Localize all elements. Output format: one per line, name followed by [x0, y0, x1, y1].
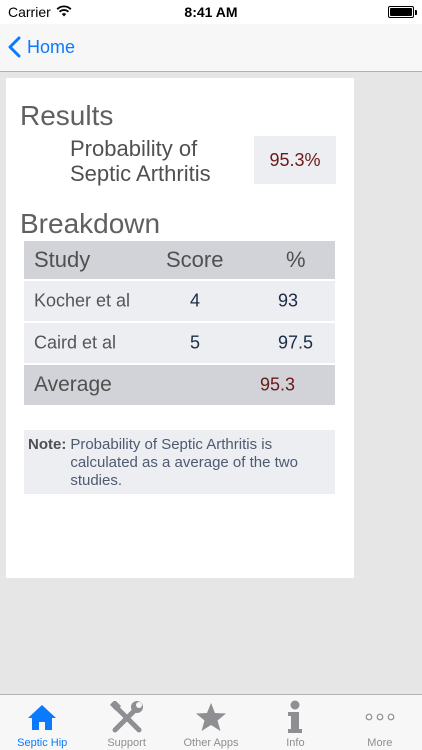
tab-label: More [367, 737, 393, 749]
tab-more[interactable]: More [338, 695, 422, 750]
star-icon [193, 701, 229, 733]
note-box: Note: Probability of Septic Arthritis is… [24, 430, 335, 494]
probability-label-line1: Probability of [70, 136, 198, 161]
tools-icon [109, 701, 145, 733]
tab-info[interactable]: Info [253, 695, 337, 750]
header-percent: % [286, 247, 306, 272]
chevron-left-icon [8, 36, 21, 58]
results-panel: Results Probability of Septic Arthritis … [6, 78, 354, 578]
header-study: Study [34, 247, 91, 272]
info-icon [277, 700, 313, 733]
probability-label: Probability of Septic Arthritis [70, 136, 211, 186]
clock: 8:41 AM [184, 4, 238, 20]
table-header-row: Study Score % [24, 241, 335, 279]
back-button[interactable]: Home [8, 36, 75, 58]
average-row: Average 95.3 [24, 365, 335, 405]
more-dots-icon [362, 701, 398, 733]
breakdown-table: Study Score % Kocher et al 4 93 Caird et… [24, 241, 335, 407]
table-row: Kocher et al 4 93 [24, 281, 335, 321]
tab-bar: Septic Hip Support Other Apps Info More [0, 694, 422, 750]
tab-label: Septic Hip [17, 737, 68, 749]
tab-label: Other Apps [183, 737, 239, 749]
tab-septic-hip[interactable]: Septic Hip [0, 695, 84, 750]
note-label: Note: [28, 436, 67, 453]
breakdown-heading: Breakdown [20, 208, 161, 239]
probability-value-text: 95.3% [269, 149, 321, 170]
house-icon [24, 701, 60, 733]
study-score: 5 [190, 332, 201, 353]
tab-label: Info [286, 737, 305, 749]
back-button-label: Home [27, 36, 76, 57]
probability-label-line2: Septic Arthritis [70, 161, 211, 186]
average-percent: 95.3 [260, 374, 296, 395]
status-bar: Carrier 8:41 AM [0, 0, 422, 24]
results-heading: Results [20, 100, 114, 131]
battery-icon [388, 6, 417, 18]
study-name: Caird et al [34, 332, 117, 353]
navigation-bar: Home [0, 24, 422, 72]
study-percent: 97.5 [278, 332, 314, 353]
tab-label: Support [107, 737, 146, 749]
tab-support[interactable]: Support [84, 695, 168, 750]
content-area: Results Probability of Septic Arthritis … [0, 72, 422, 694]
tab-other-apps[interactable]: Other Apps [169, 695, 253, 750]
header-score: Score [166, 247, 224, 272]
study-name: Kocher et al [34, 290, 131, 311]
study-percent: 93 [278, 290, 299, 311]
table-row: Caird et al 5 97.5 [24, 323, 335, 363]
note-text: Probability of Septic Arthritis is calcu… [70, 436, 298, 489]
average-label: Average [34, 373, 112, 396]
study-score: 4 [190, 290, 201, 311]
probability-value: 95.3% [254, 136, 336, 184]
